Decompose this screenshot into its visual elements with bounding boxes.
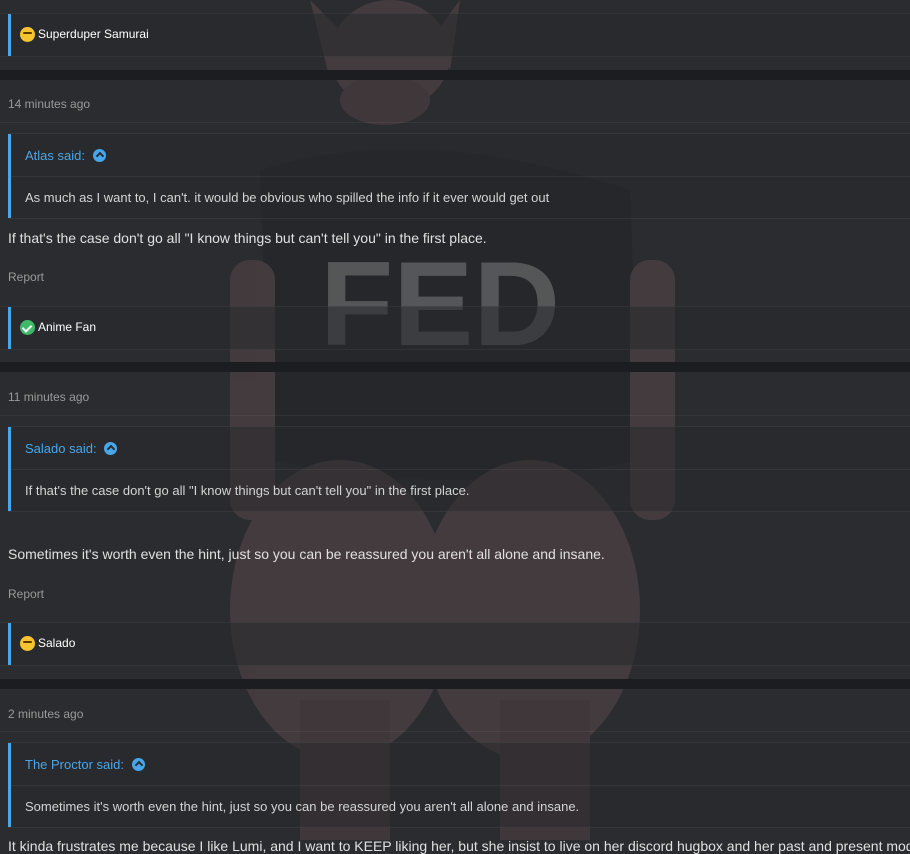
quote-divider	[11, 469, 910, 470]
quote-text: Sometimes it's worth even the hint, just…	[25, 799, 580, 814]
reactions-accent	[8, 14, 11, 56]
post-divider	[0, 415, 910, 416]
post-separator	[0, 70, 910, 80]
quote-divider	[11, 785, 910, 786]
reaction-user[interactable]: Salado	[38, 636, 75, 650]
reactions-accent	[8, 307, 11, 349]
reactions-bar[interactable]: Anime Fan	[0, 306, 910, 350]
report-link[interactable]: Report	[8, 270, 44, 284]
quote-block: The Proctor said: Sometimes it's worth e…	[8, 742, 910, 828]
quote-header[interactable]: The Proctor said:	[25, 757, 145, 772]
post-body: Sometimes it's worth even the hint, just…	[8, 546, 605, 562]
post-timestamp[interactable]: 14 minutes ago	[8, 97, 90, 111]
arrow-up-circle-icon[interactable]	[104, 442, 118, 455]
arrow-up-circle-icon[interactable]	[92, 149, 106, 162]
reactions-bar[interactable]: Salado	[0, 622, 910, 666]
reaction-user[interactable]: Anime Fan	[38, 320, 96, 334]
quote-header[interactable]: Salado said:	[25, 441, 118, 456]
quote-text: If that's the case don't go all "I know …	[25, 483, 470, 498]
reaction-user[interactable]: Superduper Samurai	[38, 27, 149, 41]
post-separator	[0, 679, 910, 689]
post-body: It kinda frustrates me because I like Lu…	[8, 838, 910, 854]
reactions-accent	[8, 623, 11, 665]
quote-attribution[interactable]: Salado said:	[25, 441, 97, 456]
quote-text: As much as I want to, I can't. it would …	[25, 190, 550, 205]
report-link[interactable]: Report	[8, 587, 44, 601]
reactions-bar[interactable]: Superduper Samurai	[0, 13, 910, 57]
thinking-face-icon	[20, 27, 35, 42]
arrow-up-circle-icon[interactable]	[131, 758, 145, 771]
quote-attribution[interactable]: The Proctor said:	[25, 757, 124, 772]
post-divider	[0, 731, 910, 732]
quote-header[interactable]: Atlas said:	[25, 148, 106, 163]
quote-divider	[11, 176, 910, 177]
shirt-text: FED	[320, 237, 560, 371]
post-body: If that's the case don't go all "I know …	[8, 230, 487, 246]
thinking-face-icon	[20, 636, 35, 651]
quote-block: Salado said: If that's the case don't go…	[8, 426, 910, 512]
quote-block: Atlas said: As much as I want to, I can'…	[8, 133, 910, 219]
post-timestamp[interactable]: 11 minutes ago	[8, 390, 89, 404]
post-timestamp[interactable]: 2 minutes ago	[8, 707, 83, 721]
check-mark-icon	[20, 320, 35, 335]
quote-attribution[interactable]: Atlas said:	[25, 148, 85, 163]
post-separator	[0, 362, 910, 372]
post-divider	[0, 122, 910, 123]
